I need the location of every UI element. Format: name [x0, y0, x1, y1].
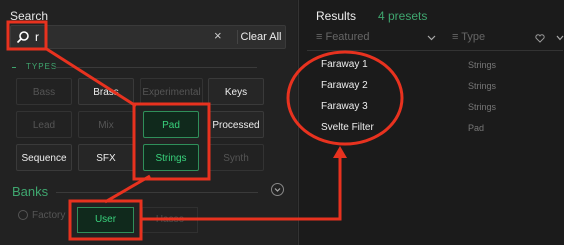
column-type[interactable]: ≡ Type	[452, 31, 485, 43]
results-panel: Results 4 presets ≡ Featured ≡ Type Fara…	[298, 0, 564, 245]
search-icon	[16, 31, 29, 44]
tag-processed[interactable]: Processed	[208, 111, 264, 138]
tag-keys[interactable]: Keys	[208, 78, 264, 105]
column-featured[interactable]: ≡ Featured	[316, 31, 370, 43]
types-label: TYPES	[26, 62, 58, 71]
banks-divider	[56, 192, 258, 193]
types-label-dash	[12, 67, 16, 68]
result-row-type: Strings	[468, 102, 497, 112]
tag-sfx[interactable]: SFX	[78, 144, 134, 171]
result-row-name[interactable]: Faraway 3	[321, 101, 368, 112]
search-query: r	[35, 30, 39, 44]
clear-search-icon[interactable]: ×	[214, 28, 222, 43]
search-input[interactable]: r × Clear All	[10, 25, 286, 49]
search-title: Search	[10, 9, 49, 23]
tag-synth[interactable]: Synth	[208, 144, 264, 171]
results-title: Results	[316, 9, 357, 23]
tag-lead[interactable]: Lead	[16, 111, 72, 138]
bank-other[interactable]: Hasso	[142, 207, 198, 233]
results-header-divider	[307, 50, 563, 51]
banks-label: Banks	[12, 184, 49, 199]
clear-all-button[interactable]: Clear All	[239, 29, 283, 45]
bank-factory-label: Factory	[32, 210, 66, 221]
tag-bass[interactable]: Bass	[16, 78, 72, 105]
result-row-name[interactable]: Faraway 1	[321, 59, 368, 70]
tag-strings[interactable]: Strings	[143, 144, 199, 171]
result-row-name[interactable]: Svelte Filter	[321, 122, 374, 133]
bank-factory[interactable]: Factory	[18, 210, 65, 221]
type-chevron-icon[interactable]	[556, 35, 564, 41]
tag-sequence[interactable]: Sequence	[16, 144, 72, 171]
tag-mix[interactable]: Mix	[78, 111, 134, 138]
clear-all-divider	[237, 30, 238, 44]
heart-icon[interactable]	[535, 34, 545, 43]
tag-brass[interactable]: Brass	[78, 78, 134, 105]
featured-chevron-icon[interactable]	[427, 35, 436, 41]
factory-icon	[18, 210, 28, 220]
result-row-name[interactable]: Faraway 2	[321, 80, 368, 91]
results-count: 4 presets	[378, 9, 428, 23]
types-divider	[55, 67, 257, 68]
chevron-down-icon[interactable]	[271, 183, 284, 196]
tag-experimental[interactable]: Experimental	[140, 78, 203, 105]
result-row-type: Strings	[468, 60, 497, 70]
result-row-type: Pad	[468, 123, 485, 133]
search-panel: Search r × Clear All TYPES Bass Brass Ex…	[0, 0, 297, 245]
tag-pad[interactable]: Pad	[143, 111, 199, 138]
result-row-type: Strings	[468, 81, 497, 91]
bank-user[interactable]: User	[77, 207, 134, 233]
